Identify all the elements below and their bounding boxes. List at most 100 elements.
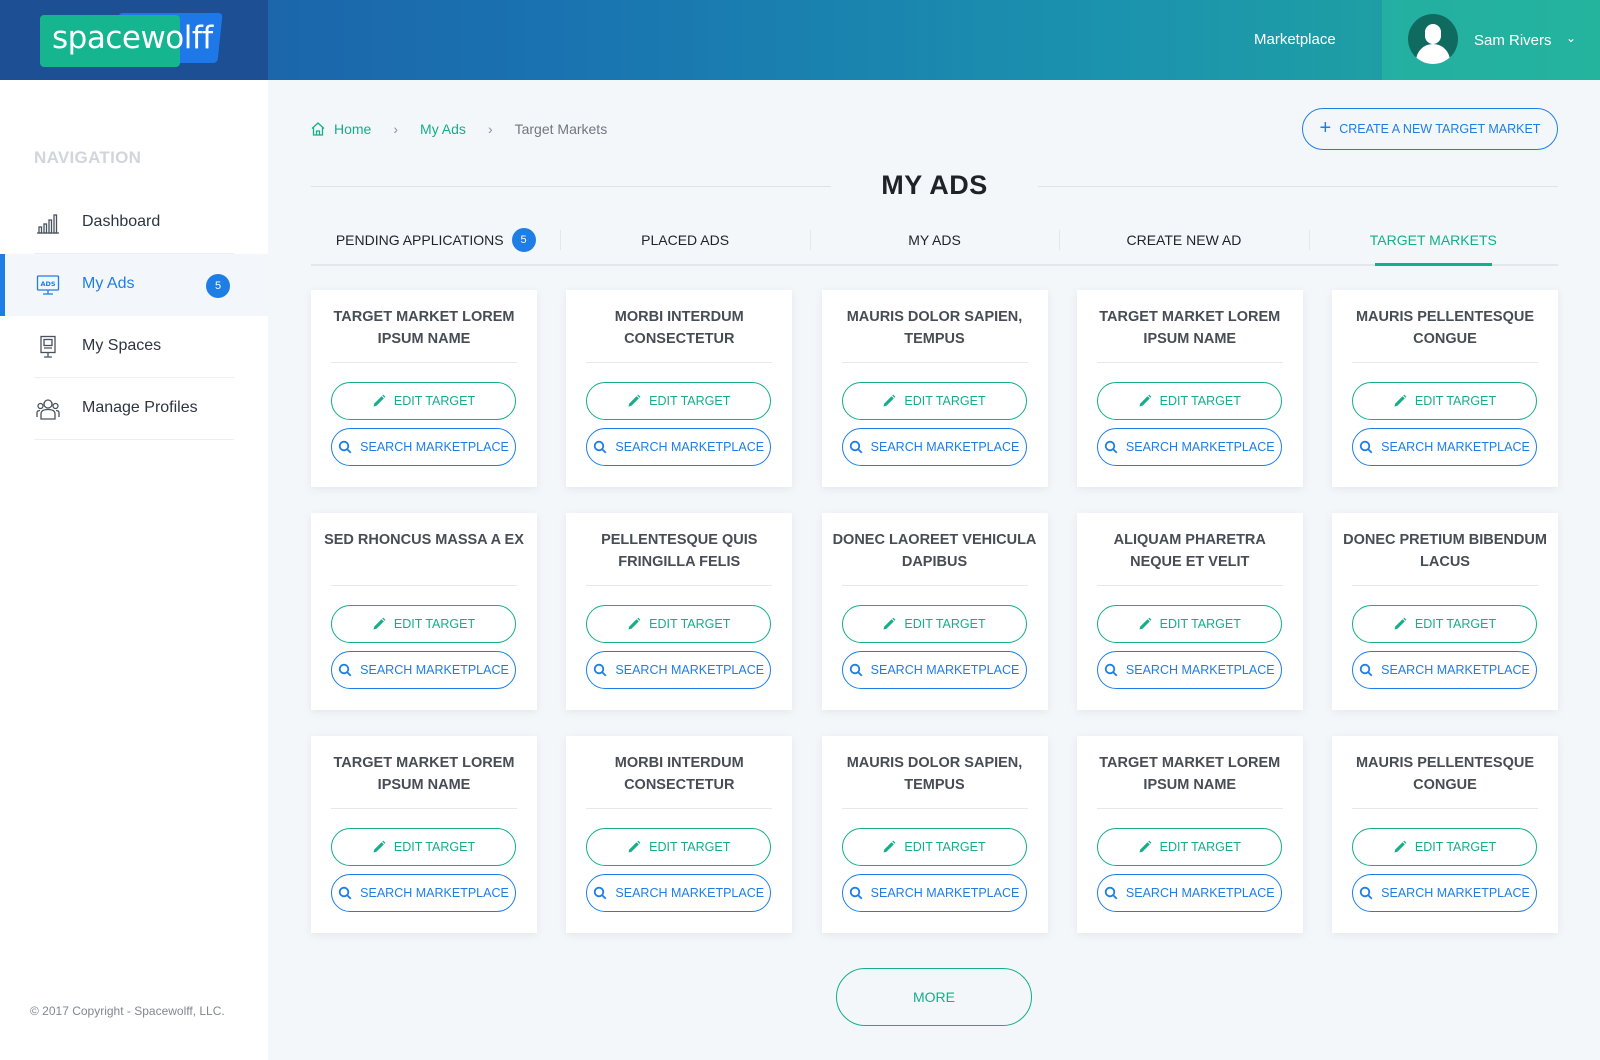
search-marketplace-button[interactable]: SEARCH MARKETPLACE	[1096, 874, 1282, 912]
search-marketplace-button[interactable]: SEARCH MARKETPLACE	[841, 874, 1027, 912]
card-title: TARGET MARKET LOREM IPSUM NAME	[333, 309, 515, 347]
breadcrumb-current: Target Markets	[514, 121, 608, 137]
button-label: EDIT TARGET	[1159, 394, 1241, 408]
breadcrumb-home[interactable]: Home	[334, 121, 371, 137]
search-icon	[338, 663, 352, 677]
user-name: Sam Rivers	[1474, 32, 1552, 49]
button-label: EDIT TARGET	[393, 840, 476, 854]
pencil-icon	[373, 394, 386, 407]
billboard-icon	[40, 335, 56, 358]
button-label: SEARCH MARKETPLACE	[870, 886, 1020, 900]
more-button[interactable]: MORE	[836, 968, 1032, 1026]
search-marketplace-button[interactable]: SEARCH MARKETPLACE	[1096, 428, 1282, 466]
tab-target-markets[interactable]: TARGET MARKETS	[1308, 216, 1558, 266]
pencil-icon	[628, 840, 641, 853]
card-title: PELLENTESQUE QUIS FRINGILLA FELIS	[601, 532, 758, 570]
search-icon	[849, 663, 863, 677]
button-label: SEARCH MARKETPLACE	[1381, 663, 1530, 677]
user-menu[interactable]: Sam Rivers ⌄	[1382, 0, 1600, 80]
search-marketplace-button[interactable]: SEARCH MARKETPLACE	[841, 428, 1027, 466]
edit-target-button[interactable]: EDIT TARGET	[586, 828, 772, 866]
create-target-market-button[interactable]: + CREATE A NEW TARGET MARKET	[1302, 108, 1558, 150]
button-label: SEARCH MARKETPLACE	[360, 886, 509, 900]
search-marketplace-button[interactable]: SEARCH MARKETPLACE	[586, 651, 772, 689]
sidebar-item-my-spaces[interactable]: My Spaces	[0, 316, 268, 378]
button-label: EDIT TARGET	[649, 840, 731, 854]
card-title: DONEC LAOREET VEHICULA DAPIBUS	[832, 532, 1037, 570]
target-market-card: DONEC PRETIUM BIBENDUM LACUS EDIT TARGET S…	[1332, 513, 1558, 710]
edit-target-button[interactable]: EDIT TARGET	[1096, 828, 1282, 866]
sidebar-item-my-ads[interactable]: ADS My Ads 5	[0, 254, 268, 316]
tab-label: MY ADS	[908, 232, 961, 248]
sidebar-item-dashboard[interactable]: Dashboard	[0, 192, 268, 254]
search-marketplace-button[interactable]: SEARCH MARKETPLACE	[331, 428, 516, 466]
button-label: EDIT TARGET	[1414, 394, 1497, 408]
page-title: MY ADS	[881, 170, 988, 200]
search-marketplace-button[interactable]: SEARCH MARKETPLACE	[1352, 874, 1537, 912]
edit-target-button[interactable]: EDIT TARGET	[841, 828, 1027, 866]
edit-target-button[interactable]: EDIT TARGET	[1096, 382, 1282, 420]
search-marketplace-button[interactable]: SEARCH MARKETPLACE	[586, 874, 772, 912]
button-label: SEARCH MARKETPLACE	[1125, 663, 1275, 677]
tab-bar: PENDING APPLICATIONS 5 PLACED ADS MY ADS…	[311, 216, 1558, 266]
pencil-icon	[1139, 394, 1152, 407]
search-marketplace-button[interactable]: SEARCH MARKETPLACE	[586, 428, 772, 466]
tab-my-ads[interactable]: MY ADS	[809, 216, 1059, 264]
search-marketplace-button[interactable]: SEARCH MARKETPLACE	[331, 651, 516, 689]
button-label: SEARCH MARKETPLACE	[870, 663, 1020, 677]
button-label: EDIT TARGET	[904, 394, 986, 408]
button-label: EDIT TARGET	[393, 394, 476, 408]
edit-target-button[interactable]: EDIT TARGET	[841, 382, 1027, 420]
button-label: SEARCH MARKETPLACE	[1381, 886, 1530, 900]
search-marketplace-button[interactable]: SEARCH MARKETPLACE	[1352, 428, 1537, 466]
divider	[1096, 808, 1283, 809]
search-icon	[1359, 663, 1373, 677]
edit-target-button[interactable]: EDIT TARGET	[586, 605, 772, 643]
edit-target-button[interactable]: EDIT TARGET	[331, 828, 516, 866]
edit-target-button[interactable]: EDIT TARGET	[1352, 828, 1537, 866]
navigation-heading: NAVIGATION	[34, 148, 142, 167]
tab-label: TARGET MARKETS	[1369, 232, 1497, 248]
count-badge: 5	[206, 274, 230, 298]
divider	[1352, 362, 1538, 363]
tab-placed-ads[interactable]: PLACED ADS	[560, 216, 809, 264]
pencil-icon	[883, 617, 896, 630]
search-icon	[338, 886, 352, 900]
edit-target-button[interactable]: EDIT TARGET	[331, 605, 516, 643]
edit-target-button[interactable]: EDIT TARGET	[1352, 605, 1537, 643]
button-label: EDIT TARGET	[904, 617, 986, 631]
card-title: MAURIS DOLOR SAPIEN, TEMPUS	[846, 309, 1023, 347]
search-icon	[594, 663, 607, 677]
search-marketplace-button[interactable]: SEARCH MARKETPLACE	[1096, 651, 1282, 689]
search-marketplace-button[interactable]: SEARCH MARKETPLACE	[1352, 651, 1537, 689]
edit-target-button[interactable]: EDIT TARGET	[841, 605, 1027, 643]
home-icon[interactable]	[310, 121, 326, 137]
card-title: MORBI INTERDUM CONSECTETUR	[614, 309, 744, 347]
button-label: SEARCH MARKETPLACE	[615, 663, 765, 677]
search-marketplace-button[interactable]: SEARCH MARKETPLACE	[841, 651, 1027, 689]
target-market-card: DONEC LAOREET VEHICULA DAPIBUS EDIT TARGE…	[821, 513, 1048, 710]
edit-target-button[interactable]: EDIT TARGET	[331, 382, 516, 420]
chevron-down-icon: ⌄	[1566, 31, 1577, 45]
button-label: EDIT TARGET	[649, 617, 731, 631]
spacewolff-logo[interactable]: spacewolff	[40, 13, 223, 67]
card-title: TARGET MARKET LOREM IPSUM NAME	[1099, 755, 1281, 793]
sidebar-item-manage-profiles[interactable]: Manage Profiles	[0, 378, 268, 440]
divider	[1096, 585, 1283, 586]
divider	[586, 585, 773, 586]
edit-target-button[interactable]: EDIT TARGET	[586, 382, 772, 420]
edit-target-button[interactable]: EDIT TARGET	[1096, 605, 1282, 643]
breadcrumb-my-ads[interactable]: My Ads	[420, 121, 466, 137]
divider	[841, 362, 1028, 363]
tab-pending-applications[interactable]: PENDING APPLICATIONS 5	[311, 216, 560, 264]
tab-create-new-ad[interactable]: CREATE NEW AD	[1059, 216, 1308, 264]
button-label: EDIT TARGET	[1414, 840, 1497, 854]
target-market-card: ALIQUAM PHARETRA NEQUE ET VELIT EDIT TARG…	[1076, 513, 1303, 710]
edit-target-button[interactable]: EDIT TARGET	[1352, 382, 1537, 420]
search-marketplace-button[interactable]: SEARCH MARKETPLACE	[331, 874, 516, 912]
breadcrumb-separator: ›	[487, 121, 493, 137]
ads-icon: ADS	[36, 275, 60, 295]
search-icon	[1359, 440, 1373, 454]
card-title: MORBI INTERDUM CONSECTETUR	[614, 755, 744, 793]
marketplace-link[interactable]: Marketplace	[1254, 31, 1336, 48]
